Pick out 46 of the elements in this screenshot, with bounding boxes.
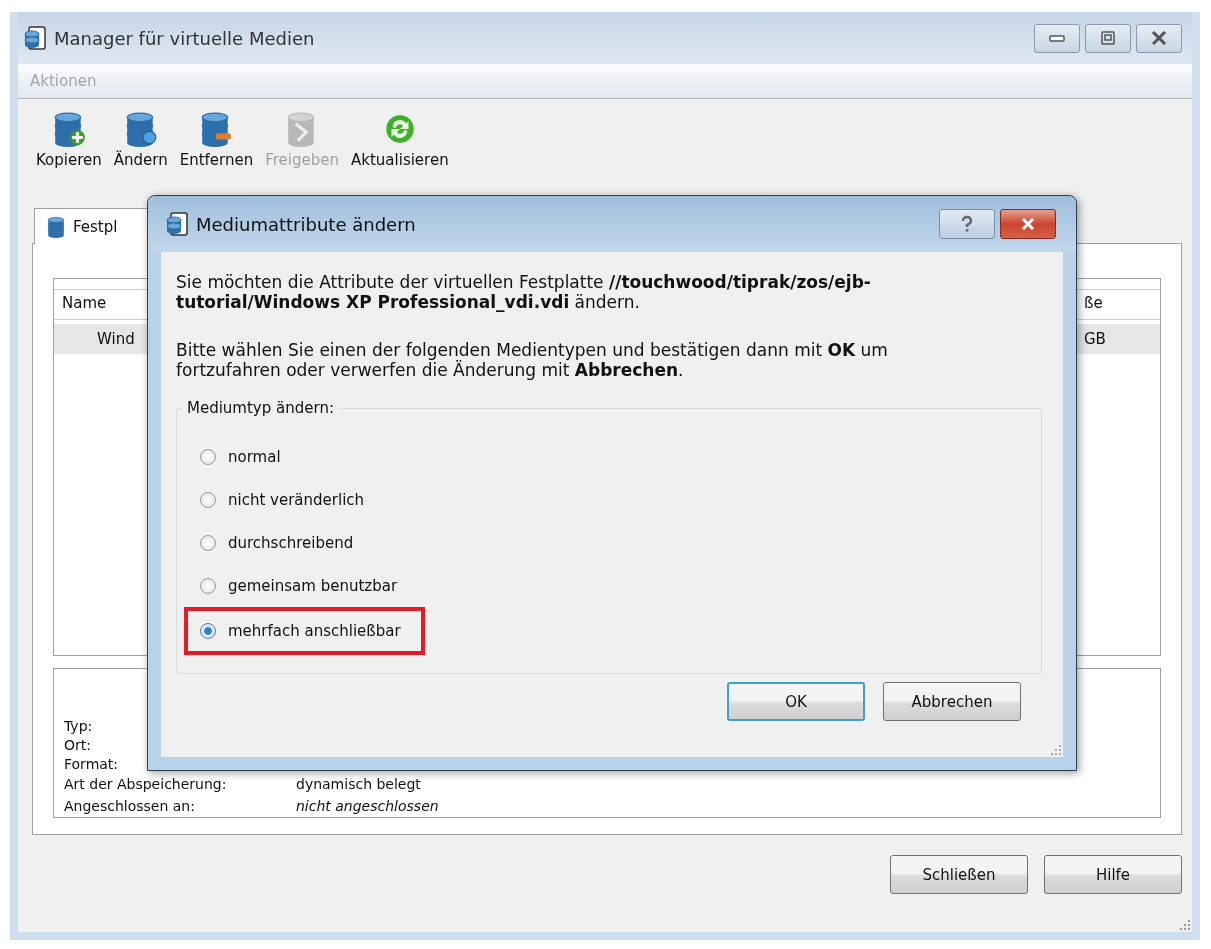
resize-grip-icon[interactable] (1051, 745, 1061, 755)
app-icon (166, 212, 188, 236)
option-label[interactable]: nicht veränderlich (228, 490, 365, 509)
close-icon (1150, 31, 1168, 45)
dialog-button[interactable]: Schließen (890, 855, 1028, 894)
radio-button[interactable] (200, 448, 216, 465)
minimize-icon (1049, 34, 1065, 42)
disk-icon (45, 215, 67, 238)
radio-button[interactable] (200, 491, 216, 508)
close-button[interactable] (1136, 23, 1182, 53)
detail-label: Typ: (64, 717, 94, 734)
detail-value: dynamisch belegt (296, 776, 421, 792)
option-label[interactable]: mehrfach anschließbar (228, 622, 401, 640)
toolbar-button[interactable]: Ändern (109, 111, 172, 183)
detail-label: Art der Abspeicherung: (64, 776, 228, 792)
maximize-button[interactable] (1085, 23, 1131, 53)
dialog-title: Mediumattribute ändern (196, 213, 416, 235)
option-label[interactable]: durchschreibend (228, 533, 354, 552)
group-title: Mediumtyp ändern: (183, 399, 338, 417)
toolbar-button[interactable]: Entfernen (175, 111, 258, 183)
window-title: Manager für virtuelle Medien (54, 27, 315, 49)
radio-button[interactable] (200, 534, 216, 551)
resize-grip-icon[interactable] (1180, 920, 1190, 930)
dialog-button[interactable]: OK (727, 682, 865, 721)
option-label[interactable]: normal (228, 447, 281, 466)
detail-label: Angeschlossen an: (64, 798, 196, 814)
option-label[interactable]: gemeinsam benutzbar (228, 576, 398, 595)
detail-value: nicht angeschlossen (296, 798, 439, 814)
help-icon (960, 215, 974, 233)
close-button[interactable] (1000, 209, 1056, 239)
close-icon (1020, 217, 1036, 231)
radio-button[interactable] (200, 623, 216, 639)
detail-label: Ort: (64, 736, 92, 753)
maximize-icon (1100, 31, 1116, 45)
table-cell-text: GB (1084, 330, 1107, 348)
dialog-instruction: Bitte wählen Sie einen der folgenden Medientypen und bestätigen dann mit OK um fortzufahren oder verwerfen die Änderung mit Abbrechen. (176, 340, 889, 380)
table-cell-text: Wind (96, 330, 135, 348)
dialog-button[interactable]: Hilfe (1044, 855, 1182, 894)
dialog-button[interactable]: Abbrechen (883, 682, 1021, 721)
radio-button[interactable] (200, 577, 216, 594)
toolbar-button[interactable]: Kopieren (32, 111, 106, 183)
minimize-button[interactable] (1034, 23, 1080, 53)
detail-label: Format: (64, 755, 120, 772)
help-button[interactable] (939, 209, 995, 239)
app-icon (24, 26, 46, 50)
toolbar-button[interactable]: Aktualisieren (347, 111, 453, 183)
